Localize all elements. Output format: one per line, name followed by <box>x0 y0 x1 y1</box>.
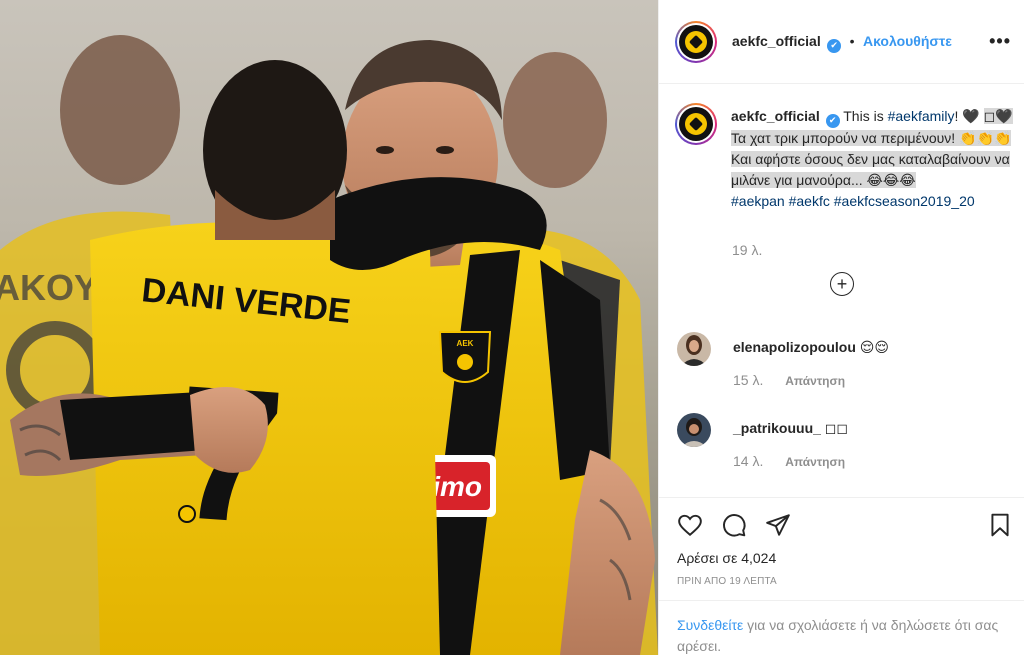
share-icon[interactable] <box>765 512 791 538</box>
caption-time: 19 λ. <box>732 242 763 258</box>
comment-avatar[interactable] <box>677 413 711 447</box>
comment-text: ◻◻ <box>824 420 849 436</box>
bookmark-icon[interactable] <box>987 512 1013 538</box>
post-image-illustration: AKOYMA AEK Kimo DANI VERDE <box>0 35 658 655</box>
post-timestamp: ΠΡΙΝ ΑΠΟ 19 ΛΕΠΤΑ <box>677 576 777 587</box>
hashtag-aekfamily[interactable]: #aekfamily <box>888 108 955 124</box>
comment-time: 15 λ. <box>733 372 764 388</box>
post-actions: Αρέσει σε 4,024 ΠΡΙΝ ΑΠΟ 19 ΛΕΠΤΑ Συνδεθ… <box>659 497 1024 655</box>
crest-text: AEK <box>457 339 474 348</box>
separator-dot: • <box>849 33 855 49</box>
likes-count[interactable]: Αρέσει σε 4,024 <box>677 550 776 566</box>
caption-username[interactable]: aekfc_official <box>731 108 820 124</box>
caption-hashtags[interactable]: #aekpan #aekfc #aekfcseason2019_20 <box>731 193 975 209</box>
login-prompt: Συνδεθείτε για να σχολιάσετε ή να δηλώσε… <box>659 600 1024 655</box>
post-caption: aekfc_official ✔ This is #aekfamily! 🖤 ◻… <box>731 106 1013 212</box>
comment-username[interactable]: _patrikouuu_ <box>733 420 821 436</box>
comment-time: 14 λ. <box>733 453 764 469</box>
comment-avatar[interactable] <box>677 332 711 366</box>
header-identity: aekfc_official ✔ • Ακολουθήστε <box>732 33 952 53</box>
comment-icon[interactable] <box>721 512 747 538</box>
load-more-comments-icon[interactable]: + <box>830 272 854 296</box>
comment-text: 😌😌 <box>859 339 889 355</box>
caption-intro: This is <box>843 108 888 124</box>
account-avatar[interactable] <box>675 21 717 63</box>
post-header: aekfc_official ✔ • Ακολουθήστε ••• <box>659 0 1024 84</box>
verified-badge-icon: ✔ <box>827 38 842 53</box>
login-link[interactable]: Συνδεθείτε <box>677 617 743 633</box>
follow-button[interactable]: Ακολουθήστε <box>863 33 952 49</box>
header-username[interactable]: aekfc_official <box>732 33 821 49</box>
more-options-icon[interactable]: ••• <box>989 31 1011 52</box>
heart-icon[interactable] <box>677 512 703 538</box>
post-photo[interactable]: AKOYMA AEK Kimo DANI VERDE <box>0 0 658 655</box>
caption-hearts: ! 🖤 <box>954 108 980 124</box>
reply-button[interactable]: Απάντηση <box>785 374 845 388</box>
post-side-panel: aekfc_official ✔ • Ακολουθήστε ••• aekfc… <box>658 0 1024 655</box>
comment-username[interactable]: elenapolizopoulou <box>733 339 856 355</box>
caption-avatar[interactable] <box>675 103 717 145</box>
caption-verified-icon: ✔ <box>825 113 840 128</box>
reply-button[interactable]: Απάντηση <box>785 455 845 469</box>
